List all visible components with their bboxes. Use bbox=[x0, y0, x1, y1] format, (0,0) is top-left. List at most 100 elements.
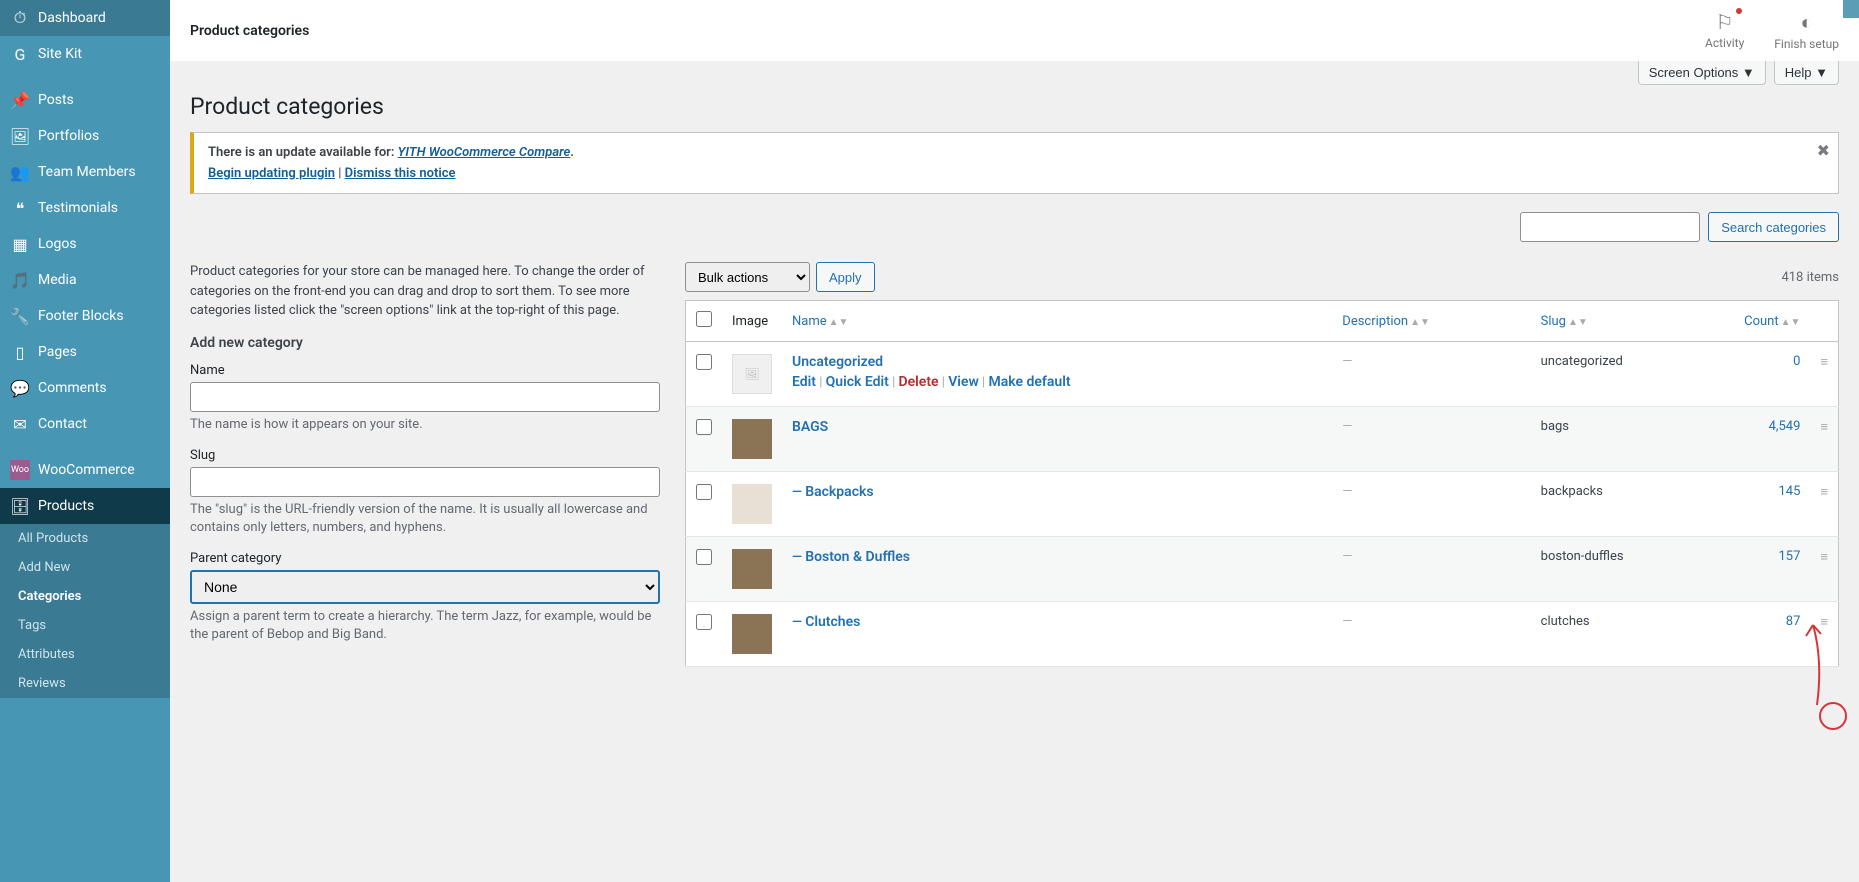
empty-desc: — bbox=[1342, 484, 1352, 499]
bulk-select[interactable]: Bulk actions bbox=[685, 262, 810, 292]
menu-products[interactable]: 🗄Products bbox=[0, 488, 170, 524]
menu-logos[interactable]: ▦Logos bbox=[0, 226, 170, 262]
drag-handle-icon[interactable]: ≡ bbox=[1810, 342, 1838, 407]
row-checkbox[interactable] bbox=[696, 614, 712, 630]
woo-icon: Woo bbox=[10, 460, 30, 480]
sort-icon: ▲▼ bbox=[829, 317, 849, 328]
table-row: — Backpacks — backpacks 145 ≡ bbox=[686, 472, 1839, 537]
mail-icon: ✉ bbox=[10, 414, 30, 434]
thumbnail: 🖼 bbox=[732, 354, 772, 394]
submenu-categories[interactable]: Categories bbox=[0, 582, 170, 611]
drag-handle-icon[interactable]: ≡ bbox=[1810, 537, 1838, 602]
notice-plugin-link[interactable]: YITH WooCommerce Compare bbox=[398, 145, 571, 160]
row-checkbox[interactable] bbox=[696, 549, 712, 565]
row-checkbox[interactable] bbox=[696, 484, 712, 500]
submenu-all-products[interactable]: All Products bbox=[0, 524, 170, 553]
menu-footer[interactable]: 🔧Footer Blocks bbox=[0, 298, 170, 334]
search-input[interactable] bbox=[1520, 212, 1700, 242]
row-checkbox[interactable] bbox=[696, 419, 712, 435]
count-link[interactable]: 145 bbox=[1778, 484, 1800, 499]
menu-team[interactable]: 👥Team Members bbox=[0, 154, 170, 190]
media-icon: 🎵 bbox=[10, 270, 30, 290]
gauge-icon: ⏱ bbox=[10, 8, 30, 28]
menu-posts[interactable]: 📌Posts bbox=[0, 82, 170, 118]
parent-label: Parent category bbox=[190, 551, 660, 566]
name-input[interactable] bbox=[190, 382, 660, 412]
drag-handle-icon[interactable]: ≡ bbox=[1810, 472, 1838, 537]
drag-handle-icon[interactable]: ≡ bbox=[1810, 407, 1838, 472]
menu-sitekit[interactable]: GSite Kit bbox=[0, 36, 170, 72]
drag-handle-icon[interactable]: ≡ bbox=[1810, 602, 1838, 667]
menu-media[interactable]: 🎵Media bbox=[0, 262, 170, 298]
name-label: Name bbox=[190, 363, 660, 378]
table-column: Bulk actions Apply 418 items Image Name▲… bbox=[685, 262, 1839, 667]
menu-testimonials[interactable]: ❝Testimonials bbox=[0, 190, 170, 226]
row-checkbox[interactable] bbox=[696, 354, 712, 370]
category-name-link[interactable]: Boston & Duffles bbox=[805, 549, 910, 565]
edit-link[interactable]: Edit bbox=[792, 374, 816, 390]
col-slug[interactable]: Slug▲▼ bbox=[1531, 301, 1721, 342]
intro-text: Product categories for your store can be… bbox=[190, 262, 660, 321]
table-row: — Clutches — clutches 87 ≡ bbox=[686, 602, 1839, 667]
comment-icon: 💬 bbox=[10, 378, 30, 398]
finish-setup-button[interactable]: ◐ Finish setup bbox=[1774, 10, 1839, 51]
col-name[interactable]: Name▲▼ bbox=[782, 301, 1332, 342]
users-icon: 👥 bbox=[10, 162, 30, 182]
row-actions: Edit | Quick Edit | Delete | View | Make… bbox=[792, 374, 1322, 390]
close-icon[interactable]: ✖ bbox=[1817, 141, 1830, 160]
annotation-circle-icon bbox=[1819, 702, 1847, 730]
begin-update-link[interactable]: Begin updating plugin bbox=[208, 166, 335, 181]
menu-portfolios[interactable]: 🖼Portfolios bbox=[0, 118, 170, 154]
help-button[interactable]: Help ▼ bbox=[1774, 61, 1839, 85]
submenu-add-new[interactable]: Add New bbox=[0, 553, 170, 582]
update-notice: There is an update available for: YITH W… bbox=[190, 132, 1839, 194]
screen-options-button[interactable]: Screen Options ▼ bbox=[1638, 61, 1766, 85]
view-link[interactable]: View bbox=[948, 374, 979, 390]
quick-edit-link[interactable]: Quick Edit bbox=[826, 374, 889, 390]
submenu-tags[interactable]: Tags bbox=[0, 611, 170, 640]
menu-dashboard[interactable]: ⏱Dashboard bbox=[0, 0, 170, 36]
image-icon: 🖼 bbox=[10, 126, 30, 146]
apply-button[interactable]: Apply bbox=[816, 262, 875, 292]
menu-woocommerce[interactable]: WooWooCommerce bbox=[0, 452, 170, 488]
category-name-link[interactable]: Backpacks bbox=[805, 484, 873, 500]
category-name-link[interactable]: Clutches bbox=[805, 614, 860, 630]
notification-dot bbox=[1736, 8, 1742, 14]
activity-button[interactable]: ⚐ Activity bbox=[1705, 10, 1744, 51]
grid-icon: ▦ bbox=[10, 234, 30, 254]
menu-pages[interactable]: ▯Pages bbox=[0, 334, 170, 370]
search-button[interactable]: Search categories bbox=[1708, 212, 1839, 242]
count-link[interactable]: 157 bbox=[1778, 549, 1800, 564]
count-link[interactable]: 4,549 bbox=[1769, 419, 1801, 434]
delete-link[interactable]: Delete bbox=[899, 374, 939, 390]
submenu-reviews[interactable]: Reviews bbox=[0, 669, 170, 698]
items-count: 418 items bbox=[1781, 270, 1839, 285]
parent-select[interactable]: None bbox=[190, 570, 660, 604]
sort-icon: ▲▼ bbox=[1781, 317, 1801, 328]
google-icon: G bbox=[10, 44, 30, 64]
count-link[interactable]: 0 bbox=[1793, 354, 1800, 369]
thumbnail bbox=[732, 549, 772, 589]
col-desc[interactable]: Description▲▼ bbox=[1332, 301, 1530, 342]
count-link[interactable]: 87 bbox=[1786, 614, 1801, 629]
table-row: — Boston & Duffles — boston-duffles 157 … bbox=[686, 537, 1839, 602]
page-icon: ▯ bbox=[10, 342, 30, 362]
select-all-checkbox[interactable] bbox=[696, 311, 712, 327]
menu-comments[interactable]: 💬Comments bbox=[0, 370, 170, 406]
thumbnail bbox=[732, 419, 772, 459]
inbox-icon: ⚐ bbox=[1705, 10, 1744, 34]
category-name-link[interactable]: Uncategorized bbox=[792, 354, 883, 370]
menu-contact[interactable]: ✉Contact bbox=[0, 406, 170, 442]
default-link[interactable]: Make default bbox=[988, 374, 1070, 390]
pin-icon: 📌 bbox=[10, 90, 30, 110]
slug-input[interactable] bbox=[190, 467, 660, 497]
sort-icon: ▲▼ bbox=[1568, 317, 1588, 328]
dismiss-notice-link[interactable]: Dismiss this notice bbox=[345, 166, 456, 181]
col-count[interactable]: Count▲▼ bbox=[1720, 301, 1810, 342]
slug-cell: boston-duffles bbox=[1531, 537, 1721, 602]
category-name-link[interactable]: BAGS bbox=[792, 419, 828, 435]
contrast-icon: ◐ bbox=[1774, 10, 1839, 35]
slug-cell: bags bbox=[1531, 407, 1721, 472]
submenu-attributes[interactable]: Attributes bbox=[0, 640, 170, 669]
main-content: Product categories ⚐ Activity ◐ Finish s… bbox=[170, 0, 1859, 882]
